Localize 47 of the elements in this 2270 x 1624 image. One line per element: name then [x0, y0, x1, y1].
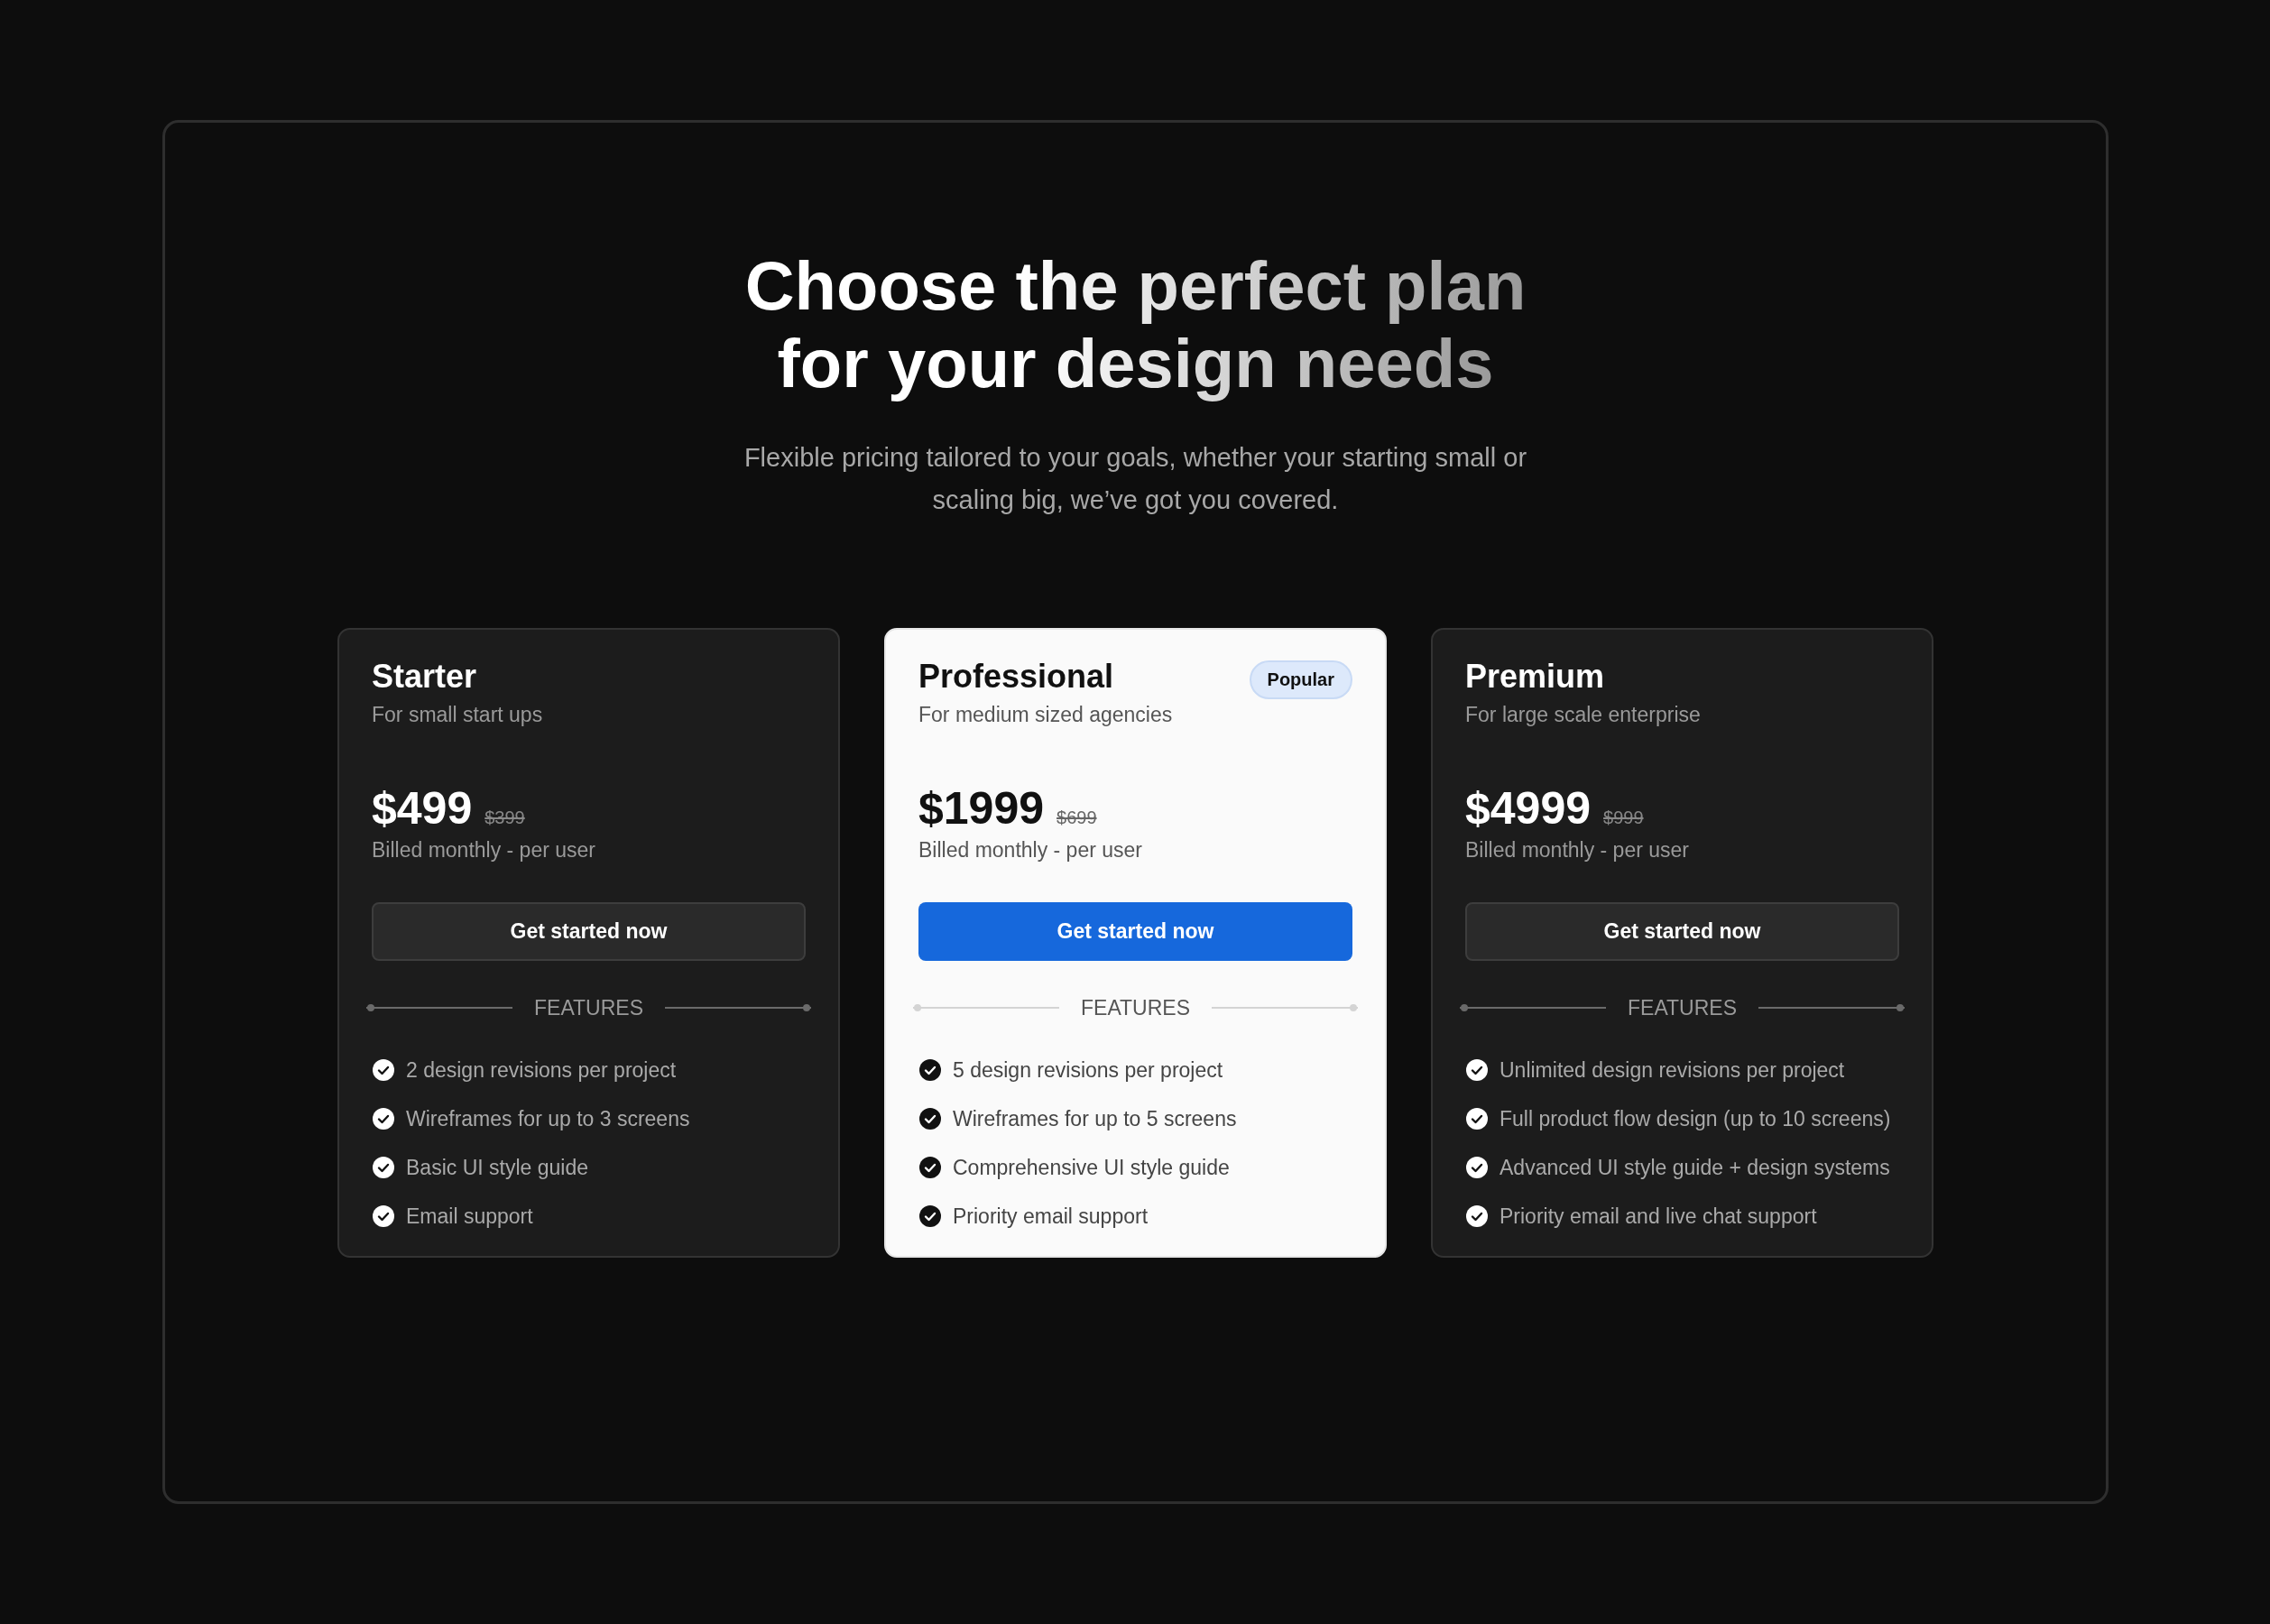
plan-name: Starter [372, 657, 478, 697]
feature-text: Email support [406, 1204, 533, 1229]
features-label: FEATURES [1081, 995, 1190, 1020]
feature-text: Comprehensive UI style guide [953, 1155, 1230, 1180]
feature-text: Advanced UI style guide + design systems [1499, 1155, 1890, 1180]
check-icon [918, 1204, 942, 1228]
feature-text: Full product flow design (up to 10 screens) [1499, 1106, 1891, 1131]
check-icon [918, 1156, 942, 1179]
plan-tagline: For small start ups [372, 702, 543, 728]
billing-note: Billed monthly - per user [918, 837, 1143, 863]
feature-text: Unlimited design revisions per project [1499, 1057, 1845, 1083]
plan-price: $4999 [1465, 782, 1592, 835]
plan-name: Professional [918, 657, 1115, 697]
plan-tagline: For large scale enterprise [1465, 702, 1701, 728]
popular-badge: Popular [1249, 660, 1352, 699]
plan-price: $499 [372, 782, 473, 835]
billing-note: Billed monthly - per user [1465, 837, 1690, 863]
check-icon [372, 1156, 395, 1179]
feature-text: 5 design revisions per project [953, 1057, 1223, 1083]
get-started-button[interactable]: Get started now [1465, 902, 1899, 961]
check-icon [372, 1107, 395, 1130]
old-price: $999 [1603, 807, 1644, 828]
feature-text: Priority email support [953, 1204, 1149, 1229]
plan-tagline: For medium sized agencies [918, 702, 1173, 728]
features-label: FEATURES [534, 995, 643, 1020]
get-started-button[interactable]: Get started now [918, 902, 1352, 961]
feature-text: Wireframes for up to 3 screens [406, 1106, 690, 1131]
check-icon [372, 1058, 395, 1082]
plan-price: $1999 [918, 782, 1045, 835]
check-icon [1465, 1058, 1489, 1082]
feature-text: Basic UI style guide [406, 1155, 588, 1180]
check-icon [1465, 1204, 1489, 1228]
check-icon [372, 1204, 395, 1228]
features-label: FEATURES [1628, 995, 1737, 1020]
get-started-button[interactable]: Get started now [372, 902, 806, 961]
billing-note: Billed monthly - per user [372, 837, 596, 863]
check-icon [1465, 1107, 1489, 1130]
check-icon [918, 1058, 942, 1082]
feature-text: Priority email and live chat support [1499, 1204, 1817, 1229]
plan-name: Premium [1465, 657, 1606, 697]
feature-text: 2 design revisions per project [406, 1057, 677, 1083]
old-price: $399 [484, 807, 525, 828]
check-icon [1465, 1156, 1489, 1179]
page-subtitle: Flexible pricing tailored to your goals, whether your starting small or scaling big, we’ve got you covered. [743, 442, 1528, 516]
check-icon [918, 1107, 942, 1130]
feature-text: Wireframes for up to 5 screens [953, 1106, 1237, 1131]
old-price: $699 [1057, 807, 1097, 828]
